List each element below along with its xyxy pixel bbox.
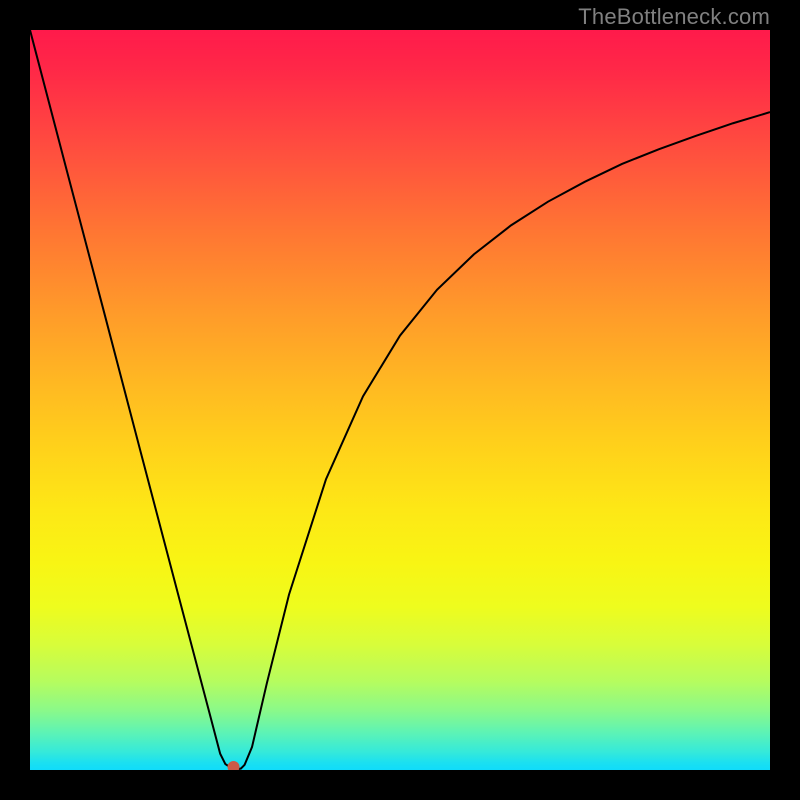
chart-svg: [30, 30, 770, 770]
chart-frame: TheBottleneck.com: [0, 0, 800, 800]
bottleneck-curve: [30, 30, 770, 769]
curve-path: [30, 30, 770, 769]
optimum-marker: [228, 761, 240, 770]
watermark-text: TheBottleneck.com: [578, 4, 770, 30]
plot-area: [30, 30, 770, 770]
